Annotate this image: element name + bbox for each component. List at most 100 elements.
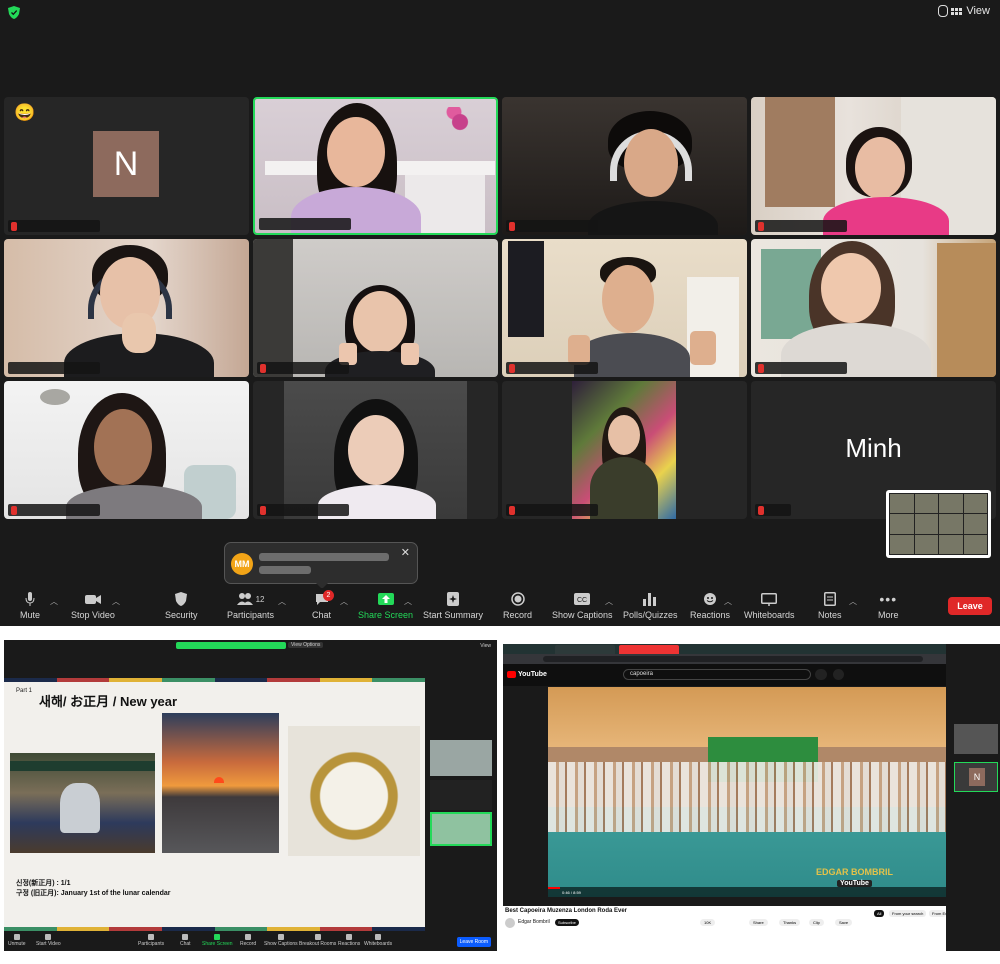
participant-thumb[interactable]	[954, 724, 998, 754]
participant-tile[interactable]	[4, 381, 249, 519]
chevron-up-icon[interactable]: ︿	[278, 596, 286, 607]
floating-gallery-thumbnail[interactable]	[886, 490, 991, 558]
participants-button[interactable]: Participants	[138, 934, 164, 947]
polls-quizzes-button[interactable]: Polls/Quizzes	[623, 591, 678, 620]
record-button[interactable]: Record	[240, 934, 256, 947]
mute-button[interactable]: Mute	[20, 591, 40, 620]
share-screen-button[interactable]: Share Screen	[202, 934, 233, 947]
view-button[interactable]: View	[951, 5, 990, 17]
share-screen-icon	[214, 934, 221, 940]
start-summary-button[interactable]: Start Summary	[423, 591, 483, 620]
color-stripe	[4, 678, 425, 682]
show-captions-button[interactable]: CC Show Captions	[552, 591, 613, 620]
search-input[interactable]: capoeira	[623, 669, 811, 680]
participant-tile[interactable]	[751, 239, 996, 377]
save-button[interactable]: Save	[835, 919, 853, 926]
view-button[interactable]: View	[480, 643, 491, 649]
slide-title: 새해/ お正月 / New year	[39, 694, 178, 709]
browser-address-bar[interactable]	[503, 654, 946, 664]
like-button[interactable]: 10K	[700, 919, 716, 926]
youtube-logo[interactable]: YouTube	[507, 671, 547, 678]
leave-room-button[interactable]: Leave Room	[456, 937, 491, 947]
record-button[interactable]: Record	[503, 591, 532, 620]
encryption-shield-icon[interactable]	[8, 6, 20, 19]
browser-tab-active[interactable]	[619, 645, 679, 654]
participant-tile[interactable]	[751, 97, 996, 235]
participant-tile[interactable]	[253, 381, 498, 519]
clip-button[interactable]: Clip	[809, 919, 824, 926]
orchid-plant	[445, 107, 475, 157]
unmute-button[interactable]: Unmute	[8, 934, 26, 947]
chevron-up-icon[interactable]: ︿	[605, 596, 613, 607]
participant-tile[interactable]	[4, 239, 249, 377]
channel-name[interactable]: Edgar Bombril	[518, 919, 550, 925]
channel-avatar[interactable]	[505, 918, 515, 928]
chevron-up-icon[interactable]: ︿	[849, 596, 857, 607]
leave-button[interactable]: Leave	[948, 597, 992, 615]
crowd	[548, 762, 946, 832]
chevron-up-icon[interactable]: ︿	[112, 596, 120, 607]
participant-thumb[interactable]: N	[954, 762, 998, 792]
nameplate-redacted	[259, 218, 351, 230]
thanks-button[interactable]: Thanks	[779, 919, 801, 926]
participant-video	[502, 239, 747, 377]
view-label: View	[966, 5, 990, 17]
chat-notification-popup[interactable]: MM ✕	[224, 542, 418, 584]
nameplate-redacted	[8, 504, 100, 516]
whiteboards-button[interactable]: Whiteboards	[744, 591, 795, 620]
chevron-up-icon[interactable]: ︿	[340, 596, 348, 607]
participant-thumb[interactable]	[430, 740, 492, 776]
participant-tile[interactable]	[502, 239, 747, 377]
screen-share-slide-window: View Options View Part 1 새해/ お正月 / New y…	[4, 640, 497, 951]
browser-tab[interactable]	[555, 645, 615, 654]
muted-mic-icon	[758, 505, 764, 515]
youtube-video-player[interactable]: EDGAR BOMBRIL YouTube 0:46 / 8:59	[548, 687, 946, 897]
chat-button[interactable]: Chat	[180, 934, 191, 947]
shield-icon	[172, 591, 190, 607]
chevron-up-icon[interactable]: ︿	[50, 596, 58, 607]
nameplate-redacted	[257, 504, 349, 516]
participant-tile[interactable]	[502, 381, 747, 519]
participant-tile-active-speaker[interactable]	[253, 97, 498, 235]
chevron-up-icon[interactable]: ︿	[404, 596, 412, 607]
participant-thumb[interactable]	[430, 780, 492, 810]
whiteboard-icon	[375, 934, 382, 940]
show-captions-button[interactable]: Show Captions	[264, 934, 298, 947]
participant-thumb-active[interactable]	[430, 812, 492, 846]
chevron-up-icon[interactable]: ︿	[724, 596, 732, 607]
meeting-toolbar: Mute ︿ Stop Video ︿ Security 12 Particip…	[0, 588, 1000, 626]
chip-from-search[interactable]: From your search	[889, 910, 927, 917]
participants-icon: 12	[231, 591, 271, 607]
close-icon[interactable]: ✕	[401, 546, 410, 559]
start-video-button[interactable]: Start Video	[36, 934, 61, 947]
share-button[interactable]: Share	[749, 919, 768, 926]
participants-button[interactable]: 12 Participants	[227, 591, 274, 620]
thumbs-up	[690, 331, 716, 365]
slide-text-line: 신정(新正月) : 1/1	[16, 880, 71, 887]
chip-all[interactable]: All	[874, 910, 885, 917]
stop-video-button[interactable]: Stop Video	[71, 591, 115, 620]
thumbs-up	[401, 343, 419, 365]
chip-from-channel[interactable]: From Edgar Bombril	[929, 910, 946, 917]
video-time: 0:46 / 8:59	[562, 890, 581, 895]
reactions-button[interactable]: Reactions	[338, 934, 360, 947]
view-options-button[interactable]: View Options	[288, 642, 324, 648]
rice-cake-soup-photo	[288, 726, 420, 856]
chat-button[interactable]: Chat 2	[312, 590, 334, 620]
search-icon[interactable]	[815, 669, 827, 680]
breakout-rooms-button[interactable]: Breakout Rooms	[299, 934, 336, 947]
camera-switch-icon[interactable]	[938, 5, 948, 17]
participant-tile-n[interactable]: 😄 N	[4, 97, 249, 235]
more-button[interactable]: ••• More	[878, 591, 899, 620]
video-progress-bar[interactable]: 0:46 / 8:59	[548, 887, 946, 897]
whiteboards-button[interactable]: Whiteboards	[364, 934, 392, 947]
participant-tile[interactable]	[502, 97, 747, 235]
thumbs-up	[568, 335, 590, 365]
microphone-icon[interactable]	[833, 669, 844, 680]
muted-mic-icon	[11, 505, 17, 515]
notes-button[interactable]: Notes	[818, 591, 842, 620]
microphone-icon	[21, 591, 39, 607]
subscribe-button[interactable]: Subscribe	[555, 919, 579, 926]
security-button[interactable]: Security	[165, 591, 198, 620]
participant-tile[interactable]	[253, 239, 498, 377]
